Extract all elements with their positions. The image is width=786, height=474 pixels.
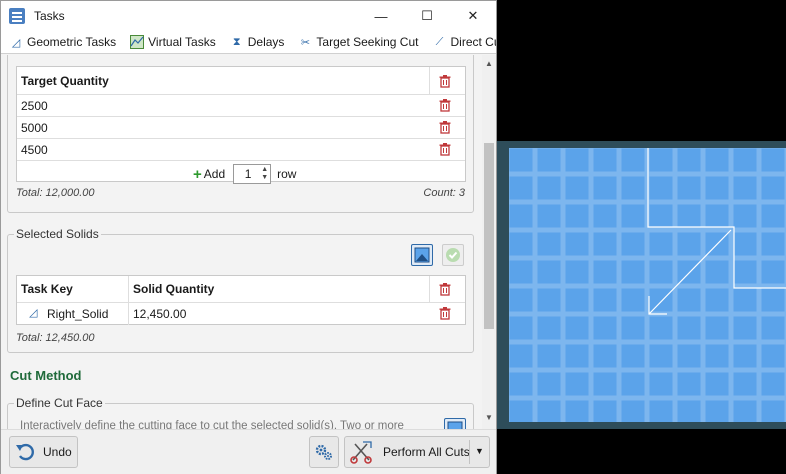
undo-label: Undo	[43, 445, 72, 459]
dropdown-arrow-icon[interactable]: ▼	[475, 446, 484, 456]
cut-method-title: Cut Method	[10, 368, 82, 383]
row-count-value[interactable]: 1	[245, 167, 252, 181]
tab-virtual-tasks[interactable]: Virtual Tasks	[122, 31, 222, 53]
split-divider	[469, 440, 470, 464]
header-divider	[429, 67, 430, 95]
delete-all-icon[interactable]	[439, 75, 451, 88]
solid-quantity-header: Solid Quantity	[133, 282, 215, 296]
target-count: Count: 3	[423, 187, 465, 199]
task-key-header: Task Key	[21, 282, 73, 296]
tab-label: Geometric Tasks	[27, 35, 117, 49]
cut-face-description: Interactively define the cutting face to…	[20, 420, 404, 429]
header-divider	[429, 276, 430, 303]
define-cut-face-group: Define Cut Face Interactively define the…	[7, 396, 474, 429]
target-quantity-group: Target Quantity 2500 5000 4500 + Add 1 ▲…	[7, 55, 474, 213]
delete-all-icon[interactable]	[439, 283, 451, 296]
minimize-button[interactable]: —	[358, 1, 404, 31]
scroll-thumb[interactable]	[484, 143, 494, 329]
maximize-icon: ☐	[421, 8, 433, 23]
perform-all-cuts-label: Perform All Cuts	[383, 445, 470, 459]
minimize-icon: —	[374, 8, 388, 24]
scroll-down-icon[interactable]: ▼	[485, 413, 493, 422]
hourglass-icon: ⧗	[232, 35, 241, 48]
selected-solids-group: Selected Solids Task Key Solid Quantity …	[7, 227, 474, 353]
row-label: row	[277, 167, 297, 181]
close-button[interactable]: ✕	[450, 1, 496, 31]
solids-total: Total: 12,450.00	[16, 332, 95, 344]
confirm-solids-button[interactable]	[442, 244, 464, 266]
delete-row-icon[interactable]	[439, 143, 451, 156]
tab-label: Virtual Tasks	[148, 35, 216, 49]
geometric-icon: ◿	[11, 36, 21, 49]
add-button[interactable]: Add	[204, 167, 225, 181]
settings-button[interactable]	[309, 436, 339, 468]
direct-cut-icon: ⟋	[435, 35, 444, 48]
tasks-window: Tasks — ☐ ✕ ◿ Geometric Tasks Virtual Ta…	[0, 0, 497, 474]
perform-all-cuts-button[interactable]: Perform All Cuts ▼	[344, 436, 490, 468]
scissors-cut-icon	[350, 441, 372, 464]
define-cut-face-legend: Define Cut Face	[14, 396, 105, 410]
scroll-up-icon[interactable]: ▲	[485, 59, 493, 68]
task-content: Target Quantity 2500 5000 4500 + Add 1 ▲…	[1, 55, 481, 429]
vertical-scrollbar[interactable]: ▲ ▼	[482, 55, 496, 429]
table-header: Task Key Solid Quantity	[17, 276, 465, 325]
solid-icon: ◿	[29, 307, 38, 319]
tab-target-seeking-cut[interactable]: ✂ Target Seeking Cut	[290, 31, 424, 53]
pick-solid-icon	[414, 247, 430, 263]
solid-quantity-cell[interactable]: 12,450.00	[129, 303, 186, 325]
table-row[interactable]: 2500	[17, 95, 465, 117]
tab-geometric-tasks[interactable]: ◿ Geometric Tasks	[1, 31, 122, 53]
tab-label: Target Seeking Cut	[316, 35, 419, 49]
define-face-icon	[447, 421, 463, 429]
define-face-button[interactable]	[444, 418, 466, 429]
selected-solids-table: Task Key Solid Quantity ◿ Right_Solid 12…	[16, 275, 466, 325]
target-cut-icon: ✂	[300, 36, 311, 49]
row-count-stepper[interactable]: 1 ▲ ▼	[233, 164, 272, 184]
delete-row-icon[interactable]	[439, 121, 451, 134]
tasks-app-icon	[9, 8, 25, 24]
target-quantity-header: Target Quantity	[21, 73, 109, 88]
add-rows-control: + Add 1 ▲ ▼ row	[193, 163, 296, 185]
table-row[interactable]: ◿ Right_Solid 12,450.00	[17, 303, 465, 325]
undo-icon	[16, 443, 34, 461]
tab-label: Direct Cut	[450, 35, 496, 49]
task-key-cell[interactable]: Right_Solid	[43, 303, 108, 325]
tab-direct-cut[interactable]: ⟋ Direct Cut	[424, 31, 496, 53]
pick-solids-button[interactable]	[411, 244, 433, 266]
tab-delays[interactable]: ⧗ Delays	[222, 31, 291, 53]
delete-row-icon[interactable]	[439, 99, 451, 112]
target-quantity-table: Target Quantity 2500 5000 4500 + Add 1 ▲…	[16, 66, 466, 185]
selected-solids-legend: Selected Solids	[14, 227, 101, 241]
maximize-button[interactable]: ☐	[404, 1, 450, 31]
stepper-arrows-icon[interactable]: ▲ ▼	[261, 166, 268, 182]
table-row[interactable]: 5000	[17, 117, 465, 139]
table-row[interactable]: 4500	[17, 139, 465, 161]
window-title: Tasks	[34, 9, 65, 23]
target-total: Total: 12,000.00	[16, 187, 95, 199]
model-viewport[interactable]	[497, 0, 786, 474]
delete-row-icon[interactable]	[439, 307, 451, 320]
target-quantity-cell[interactable]: 5000	[17, 117, 48, 138]
target-quantity-cell[interactable]: 2500	[17, 95, 48, 116]
tab-label: Delays	[247, 35, 285, 49]
task-tabs: ◿ Geometric Tasks Virtual Tasks ⧗ Delays…	[1, 31, 496, 54]
target-quantity-cell[interactable]: 4500	[17, 139, 48, 160]
title-bar[interactable]: Tasks — ☐ ✕	[1, 1, 496, 31]
bottom-toolbar: Undo Perform All Cuts ▼	[1, 429, 496, 474]
virtual-icon	[130, 35, 145, 49]
close-icon: ✕	[467, 8, 479, 23]
gears-icon	[315, 444, 332, 460]
undo-button[interactable]: Undo	[9, 436, 78, 468]
check-circle-icon	[446, 248, 460, 262]
table-header: Target Quantity	[17, 67, 465, 95]
solid-mesh[interactable]	[509, 148, 786, 422]
add-plus-icon[interactable]: +	[193, 166, 202, 183]
